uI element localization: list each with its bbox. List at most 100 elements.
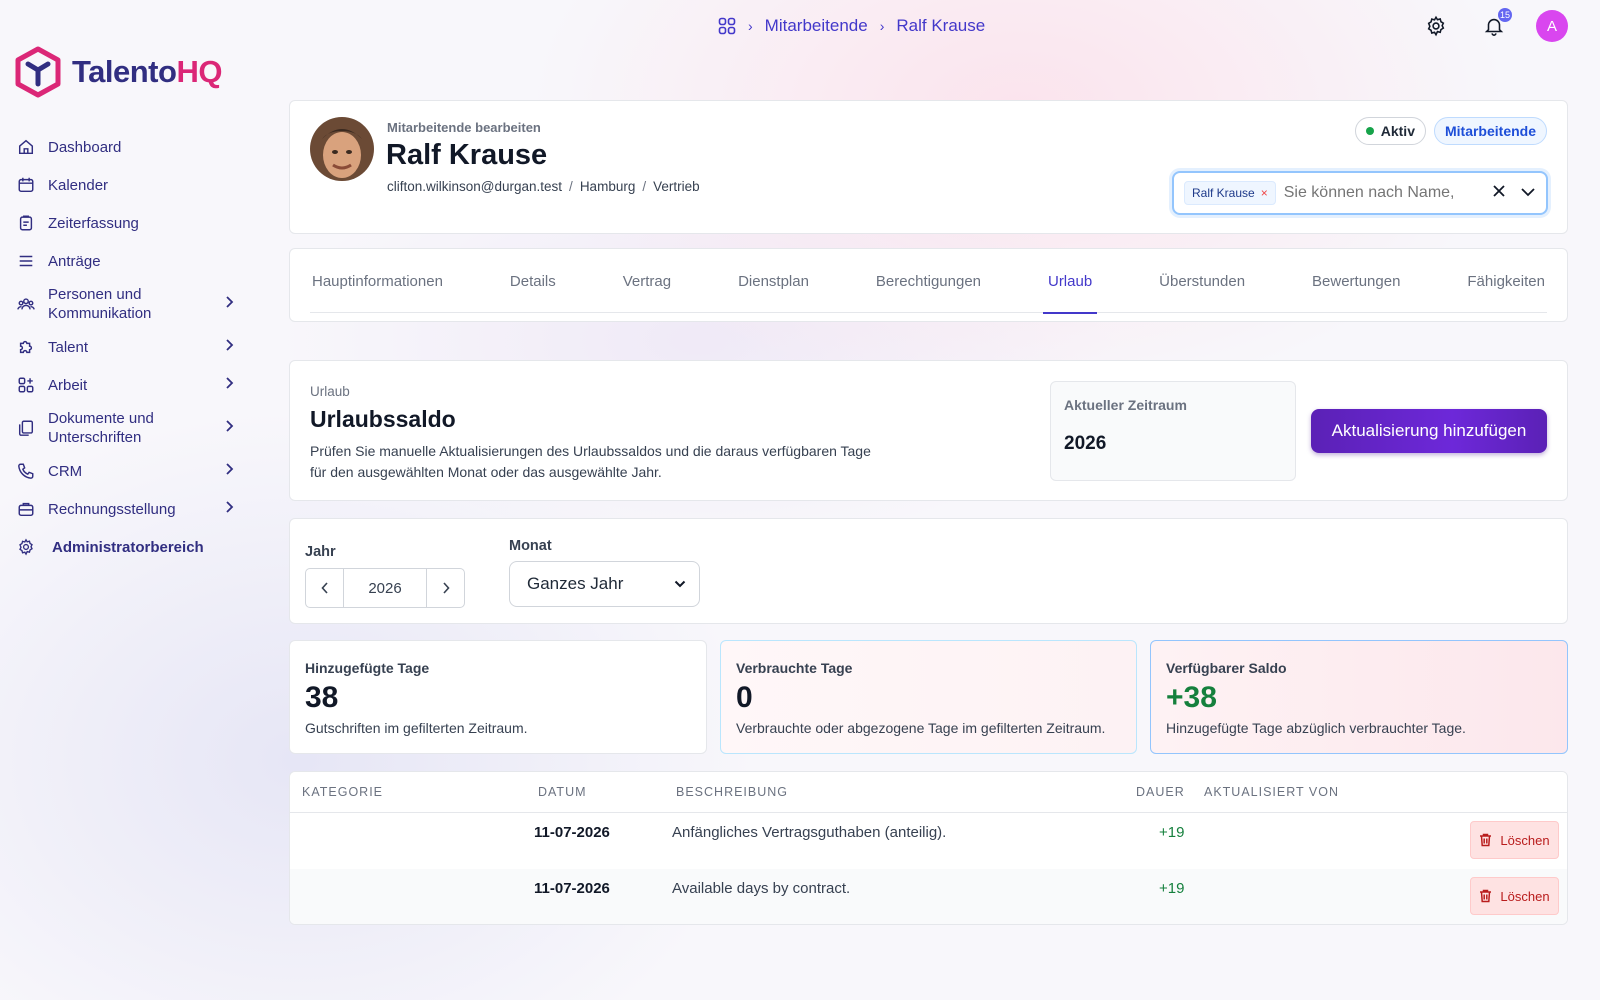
stat-subtitle: Gutschriften im gefilterten Zeitraum.	[305, 720, 528, 736]
breadcrumb-link-employees[interactable]: Mitarbeitende	[765, 16, 868, 36]
month-select[interactable]: Ganzes Jahr	[509, 561, 700, 607]
sidebar-item-requests[interactable]: Anträge	[16, 242, 246, 280]
employee-meta: clifton.wilkinson@durgan.test / Hamburg …	[387, 179, 700, 194]
leave-balance-card: Urlaub Urlaubssaldo Prüfen Sie manuelle …	[289, 360, 1568, 501]
tab-details[interactable]: Details	[508, 249, 558, 313]
filter-card: Jahr 2026 Monat Ganzes Jahr	[289, 518, 1568, 624]
sidebar-item-time-tracking[interactable]: Zeiterfassung	[16, 204, 246, 242]
chevron-right-icon	[224, 338, 234, 356]
tab-bar: Hauptinformationen Details Vertrag Diens…	[310, 249, 1547, 314]
next-year-button[interactable]	[427, 569, 464, 607]
tab-main-information[interactable]: Hauptinformationen	[310, 249, 445, 313]
briefcase-icon	[16, 499, 36, 519]
tab-schedule[interactable]: Dienstplan	[736, 249, 811, 313]
sidebar-item-documents-signatures[interactable]: Dokumente und Unterschriften	[16, 404, 246, 452]
current-period-box: Aktueller Zeitraum 2026	[1050, 381, 1296, 481]
tab-skills[interactable]: Fähigkeiten	[1465, 249, 1547, 313]
stat-card-added-days: Hinzugefügte Tage 38 Gutschriften im gef…	[289, 640, 707, 754]
cell-description: Available days by contract.	[672, 880, 851, 897]
employee-name: Ralf Krause	[386, 139, 548, 171]
brand-logo[interactable]: TalentoHQ	[14, 46, 222, 98]
notification-count-badge: 15	[1498, 8, 1512, 22]
chevron-right-icon	[224, 419, 234, 437]
separator: /	[642, 179, 647, 194]
chevron-right-icon	[442, 582, 450, 594]
tab-permissions[interactable]: Berechtigungen	[874, 249, 983, 313]
brand-name: TalentoHQ	[72, 54, 222, 89]
table-row: 11-07-2026 Available days by contract. +…	[290, 869, 1567, 924]
remove-chip-icon[interactable]: ×	[1261, 186, 1268, 200]
stat-title: Verfügbarer Saldo	[1166, 660, 1287, 676]
employee-city: Hamburg	[579, 179, 636, 194]
chevron-right-icon	[224, 462, 234, 480]
breadcrumb: › Mitarbeitende › Ralf Krause	[718, 14, 985, 38]
stat-card-used-days: Verbrauchte Tage 0 Verbrauchte oder abge…	[720, 640, 1137, 754]
stat-value: 0	[736, 681, 753, 714]
sidebar-item-work[interactable]: Arbeit	[16, 366, 246, 404]
column-header-duration[interactable]: DAUER	[1136, 785, 1185, 799]
stat-title: Verbrauchte Tage	[736, 660, 853, 676]
year-label: Jahr	[305, 544, 336, 560]
cell-duration: +19	[1159, 880, 1185, 897]
employee-header-card: Mitarbeitende bearbeiten Ralf Krause cli…	[289, 100, 1568, 234]
tab-leave[interactable]: Urlaub	[1042, 249, 1098, 314]
employee-picker[interactable]: Ralf Krause ×	[1172, 171, 1548, 215]
column-header-category[interactable]: KATEGORIE	[302, 785, 383, 799]
sidebar-item-invoicing[interactable]: Rechnungsstellung	[16, 490, 246, 528]
section-title: Urlaubssaldo	[310, 406, 456, 432]
gear-icon	[16, 537, 36, 557]
chevron-right-icon: ›	[879, 18, 885, 34]
column-header-updated-by[interactable]: AKTUALISIERT VON	[1204, 785, 1339, 799]
separator: /	[569, 179, 573, 194]
chevron-down-icon	[674, 580, 686, 588]
sidebar: Dashboard Kalender Zeiterfassung Anträge…	[16, 128, 246, 566]
role-badge: Mitarbeitende	[1433, 117, 1547, 145]
delete-button[interactable]: Löschen	[1470, 821, 1559, 859]
chevron-right-icon: ›	[748, 18, 753, 34]
sidebar-item-admin[interactable]: Administratorbereich	[16, 528, 246, 566]
trash-icon	[1480, 889, 1492, 903]
users-icon	[16, 294, 36, 314]
year-value[interactable]: 2026	[343, 569, 427, 607]
current-period-label: Aktueller Zeitraum	[1064, 397, 1187, 413]
table-row: 11-07-2026 Anfängliches Vertragsguthaben…	[290, 813, 1567, 869]
documents-icon	[16, 418, 36, 438]
sidebar-item-talent[interactable]: Talent	[16, 328, 246, 366]
top-actions: 15 A	[1420, 8, 1568, 42]
stat-subtitle: Verbrauchte oder abgezogene Tage im gefi…	[736, 720, 1106, 736]
apps-grid-icon[interactable]	[718, 17, 736, 35]
employee-photo	[310, 117, 374, 181]
user-avatar[interactable]: A	[1536, 10, 1568, 42]
breadcrumb-current: Ralf Krause	[896, 16, 986, 35]
trash-icon	[1480, 833, 1492, 847]
list-icon	[16, 251, 36, 271]
clipboard-icon	[16, 213, 36, 233]
clear-icon[interactable]	[1492, 184, 1506, 203]
table-header: KATEGORIE DATUM BESCHREIBUNG DAUER AKTUA…	[290, 772, 1567, 813]
notifications-button[interactable]: 15	[1478, 8, 1512, 42]
chevron-down-icon[interactable]	[1520, 184, 1536, 202]
column-header-description[interactable]: BESCHREIBUNG	[676, 785, 788, 799]
previous-year-button[interactable]	[306, 569, 343, 607]
tab-reviews[interactable]: Bewertungen	[1310, 249, 1402, 313]
status-badges: Aktiv Mitarbeitende	[1354, 117, 1547, 145]
logo-cube-icon	[15, 46, 61, 98]
chevron-right-icon	[224, 376, 234, 394]
cell-description: Anfängliches Vertragsguthaben (anteilig)…	[672, 824, 947, 841]
tab-contract[interactable]: Vertrag	[621, 249, 673, 313]
employee-search-input[interactable]	[1283, 184, 1460, 202]
add-update-button[interactable]: Aktualisierung hinzufügen	[1311, 409, 1547, 453]
employee-tabs-card: Hauptinformationen Details Vertrag Diens…	[289, 248, 1568, 322]
chevron-left-icon	[320, 582, 328, 594]
tab-overtime[interactable]: Überstunden	[1157, 249, 1247, 313]
column-header-date[interactable]: DATUM	[538, 785, 587, 799]
sidebar-item-dashboard[interactable]: Dashboard	[16, 128, 246, 166]
settings-button[interactable]	[1420, 10, 1452, 42]
sidebar-item-people-communication[interactable]: Personen und Kommunikation	[16, 280, 246, 328]
home-icon	[16, 137, 36, 157]
delete-button[interactable]: Löschen	[1470, 877, 1559, 915]
sidebar-item-crm[interactable]: CRM	[16, 452, 246, 490]
month-select-value: Ganzes Jahr	[527, 574, 624, 593]
calendar-icon	[16, 175, 36, 195]
sidebar-item-calendar[interactable]: Kalender	[16, 166, 246, 204]
